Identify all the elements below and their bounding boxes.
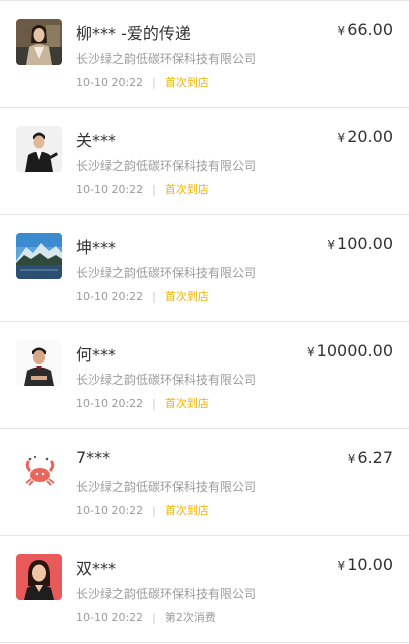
record-meta: 10-10 20:22 | 首次到店: [76, 502, 209, 518]
amount-value: 100.00: [337, 234, 393, 253]
customer-name: 关***: [76, 131, 117, 150]
record-meta: 10-10 20:22 | 首次到店: [76, 288, 209, 304]
payment-amount: ¥10.00: [338, 555, 393, 574]
list-item[interactable]: 双*** ¥10.00 长沙绿之韵低碳环保科技有限公司 10-10 20:22 |…: [0, 536, 409, 642]
record-meta: 10-10 20:22 | 首次到店: [76, 395, 209, 411]
customer-name: 柳*** -爱的传递: [76, 24, 191, 43]
currency-symbol: ¥: [337, 24, 346, 38]
customer-name: 坤***: [76, 238, 117, 257]
man-suit-portrait-icon: [16, 126, 62, 172]
customer-name: 双***: [76, 559, 117, 578]
visit-tag: 首次到店: [164, 397, 209, 410]
meta-divider: |: [152, 76, 156, 89]
list-item[interactable]: 7*** ¥6.27 长沙绿之韵低碳环保科技有限公司 10-10 20:22 | 首…: [0, 429, 409, 535]
list-item[interactable]: 柳*** -爱的传递 ¥66.00 长沙绿之韵低碳环保科技有限公司 10-10 …: [0, 1, 409, 107]
merchant-name: 长沙绿之韵低碳环保科技有限公司: [76, 52, 257, 66]
visit-tag: 首次到店: [164, 183, 209, 196]
customer-name: 7***: [76, 448, 111, 467]
visit-tag: 首次到店: [164, 76, 209, 89]
record-meta: 10-10 20:22 | 首次到店: [76, 74, 209, 90]
crab-icon: [16, 447, 62, 493]
record-meta: 10-10 20:22 | 第2次消费: [76, 609, 216, 625]
woman-red-background-icon: [16, 554, 62, 600]
merchant-name: 长沙绿之韵低碳环保科技有限公司: [76, 587, 257, 601]
merchant-name: 长沙绿之韵低碳环保科技有限公司: [76, 159, 257, 173]
currency-symbol: ¥: [337, 131, 346, 145]
currency-symbol: ¥: [347, 452, 356, 466]
payment-amount: ¥20.00: [338, 127, 393, 146]
customer-name: 何***: [76, 345, 117, 364]
divider: [0, 642, 409, 643]
currency-symbol: ¥: [327, 238, 336, 252]
amount-value: 6.27: [357, 448, 393, 467]
amount-value: 10.00: [347, 555, 393, 574]
meta-divider: |: [152, 611, 156, 624]
payment-amount: ¥100.00: [327, 234, 393, 253]
list-item[interactable]: 何*** ¥10000.00 长沙绿之韵低碳环保科技有限公司 10-10 20:…: [0, 322, 409, 428]
record-time: 10-10 20:22: [76, 397, 144, 410]
merchant-name: 长沙绿之韵低碳环保科技有限公司: [76, 373, 257, 387]
payment-record-list: 柳*** -爱的传递 ¥66.00 长沙绿之韵低碳环保科技有限公司 10-10 …: [0, 0, 409, 644]
payment-amount: ¥6.27: [348, 448, 393, 467]
visit-tag: 首次到店: [164, 290, 209, 303]
visit-tag: 第2次消费: [164, 611, 216, 624]
meta-divider: |: [152, 290, 156, 303]
record-time: 10-10 20:22: [76, 504, 144, 517]
amount-value: 10000.00: [316, 341, 393, 360]
payment-amount: ¥10000.00: [307, 341, 393, 360]
man-portrait-icon: [16, 340, 62, 386]
meta-divider: |: [152, 504, 156, 517]
amount-value: 20.00: [347, 127, 393, 146]
record-time: 10-10 20:22: [76, 76, 144, 89]
visit-tag: 首次到店: [164, 504, 209, 517]
record-meta: 10-10 20:22 | 首次到店: [76, 181, 209, 197]
record-time: 10-10 20:22: [76, 183, 144, 196]
meta-divider: |: [152, 183, 156, 196]
merchant-name: 长沙绿之韵低碳环保科技有限公司: [76, 480, 257, 494]
currency-symbol: ¥: [307, 345, 315, 359]
list-item[interactable]: 关*** ¥20.00 长沙绿之韵低碳环保科技有限公司 10-10 20:22 |…: [0, 108, 409, 214]
payment-amount: ¥66.00: [338, 20, 393, 39]
record-time: 10-10 20:22: [76, 290, 144, 303]
list-item[interactable]: 坤*** ¥100.00 长沙绿之韵低碳环保科技有限公司 10-10 20:22…: [0, 215, 409, 321]
currency-symbol: ¥: [337, 559, 346, 573]
record-time: 10-10 20:22: [76, 611, 144, 624]
mountain-lake-icon: [16, 233, 62, 279]
meta-divider: |: [152, 397, 156, 410]
merchant-name: 长沙绿之韵低碳环保科技有限公司: [76, 266, 257, 280]
amount-value: 66.00: [347, 20, 393, 39]
woman-portrait-icon: [16, 19, 62, 65]
